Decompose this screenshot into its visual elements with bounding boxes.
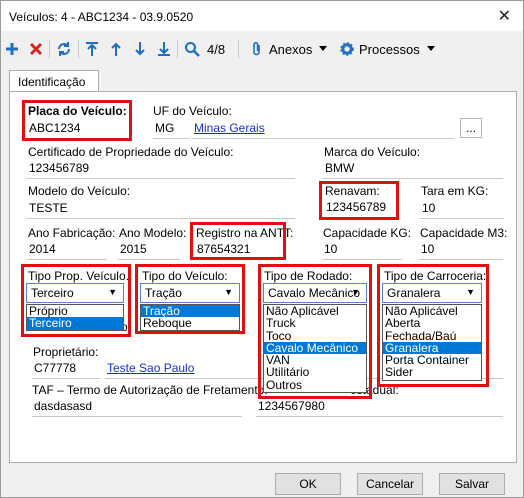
last-record-icon[interactable] xyxy=(157,40,171,58)
highlight-placa xyxy=(22,100,132,141)
gear-icon[interactable] xyxy=(340,40,354,58)
close-icon[interactable]: ✕ xyxy=(498,6,511,26)
delete-icon[interactable] xyxy=(29,40,43,58)
uf-label: UF do Veículo: xyxy=(153,104,232,118)
highlight-tipo-rodado xyxy=(258,264,372,399)
highlight-tipo-veiculo xyxy=(135,264,245,334)
taf-label: TAF – Termo de Autorização de Fretamento… xyxy=(32,383,268,397)
paperclip-icon[interactable] xyxy=(251,40,263,58)
uf-name-field: Minas Gerais xyxy=(192,119,454,139)
certificado-input[interactable]: 123456789 xyxy=(27,159,295,179)
first-record-icon[interactable] xyxy=(85,40,99,58)
uf-name-link[interactable]: Minas Gerais xyxy=(194,121,265,135)
capacidade-kg-input[interactable]: 10 xyxy=(322,240,402,260)
proprietario-label: Proprietário: xyxy=(33,345,99,359)
chevron-down-icon[interactable] xyxy=(427,40,435,58)
modelo-input[interactable]: TESTE xyxy=(27,199,295,219)
vehicle-dialog: Veículos: 4 - ABC1234 - 03.9.0520 ✕ 4/8 … xyxy=(0,0,524,498)
toolbar-separator xyxy=(49,40,50,58)
ok-button[interactable]: OK xyxy=(275,473,341,495)
proprietario-name-link[interactable]: Teste Sao Paulo xyxy=(107,361,194,375)
estadual-input[interactable]: 1234567980 xyxy=(256,397,503,417)
ano-modelo-input[interactable]: 2015 xyxy=(118,240,180,260)
next-record-icon[interactable] xyxy=(133,40,147,58)
anexos-menu[interactable]: Anexos xyxy=(269,40,312,58)
tab-identificacao[interactable]: Identificação xyxy=(9,70,99,92)
previous-record-icon[interactable] xyxy=(109,40,123,58)
add-icon[interactable] xyxy=(5,40,19,58)
marca-label: Marca do Veículo: xyxy=(324,145,421,159)
record-position: 4/8 xyxy=(207,41,226,57)
highlight-tipo-carroceria xyxy=(377,264,489,387)
capacidade-m3-input[interactable]: 10 xyxy=(419,240,503,260)
capacidade-kg-label: Capacidade KG: xyxy=(323,226,412,240)
capacidade-m3-label: Capacidade M3: xyxy=(420,226,508,240)
save-button[interactable]: Salvar xyxy=(439,473,505,495)
ano-fabricacao-input[interactable]: 2014 xyxy=(27,240,107,260)
toolbar-separator xyxy=(238,40,239,58)
marca-input[interactable]: BMW xyxy=(323,159,503,179)
uf-code-input[interactable]: MG xyxy=(153,119,189,139)
tara-label: Tara em KG: xyxy=(421,184,489,198)
processos-menu[interactable]: Processos xyxy=(359,40,420,58)
highlight-tipo-prop xyxy=(21,264,131,337)
chevron-down-icon[interactable] xyxy=(319,40,327,58)
window-title: Veículos: 4 - ABC1234 - 03.9.0520 xyxy=(9,10,194,24)
toolbar-separator xyxy=(78,40,79,58)
ano-fabricacao-label: Ano Fabricação: xyxy=(28,226,116,240)
proprietario-code-input[interactable]: C77778 xyxy=(32,359,100,379)
tab-strip: Identificação xyxy=(9,70,517,92)
cancel-button[interactable]: Cancelar xyxy=(357,473,423,495)
modelo-label: Modelo do Veículo: xyxy=(28,184,131,198)
search-icon[interactable] xyxy=(184,40,200,58)
tara-input[interactable]: 10 xyxy=(420,199,504,219)
refresh-icon[interactable] xyxy=(56,40,72,58)
uf-lookup-button[interactable]: ... xyxy=(460,118,482,138)
toolbar-separator xyxy=(177,40,178,58)
title-bar: Veículos: 4 - ABC1234 - 03.9.0520 ✕ xyxy=(1,1,523,31)
certificado-label: Certificado de Propriedade do Veículo: xyxy=(28,145,234,159)
highlight-antt xyxy=(190,222,286,260)
highlight-renavam xyxy=(319,181,399,220)
ano-modelo-label: Ano Modelo: xyxy=(119,226,187,240)
taf-input[interactable]: dasdasasd xyxy=(32,397,242,417)
toolbar: 4/8 Anexos Processos xyxy=(1,32,523,66)
